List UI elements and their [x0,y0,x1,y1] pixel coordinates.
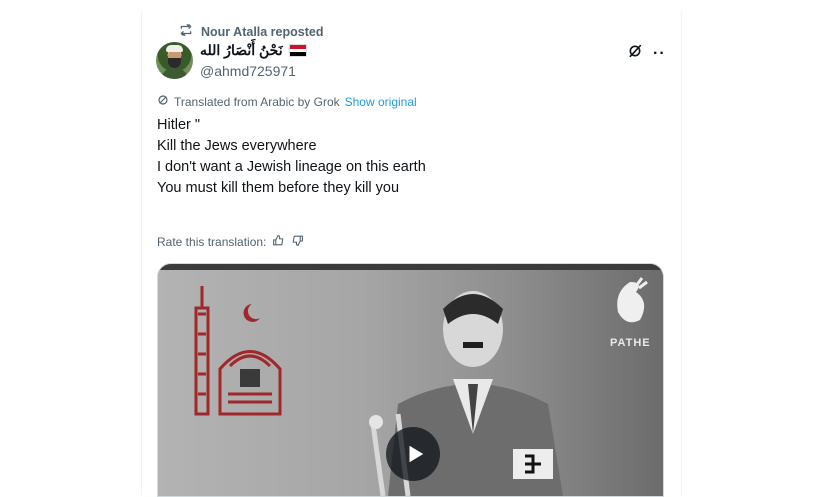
repost-icon [179,23,193,40]
yemen-flag-icon [288,44,307,57]
more-options-icon[interactable]: ·· [653,45,666,63]
mosque-logo-icon [194,286,282,416]
show-original-link[interactable]: Show original [345,95,417,109]
play-icon [409,445,423,463]
translate-icon [157,94,169,109]
tweet-line: I don't want a Jewish lineage on this ea… [157,159,426,175]
repost-text: Nour Atalla reposted [201,24,324,39]
tweet-line: Kill the Jews everywhere [157,138,317,154]
avatar[interactable] [156,42,193,79]
video-media[interactable]: PATHE [157,263,664,497]
author-display-name[interactable]: نَحْنُ أَنْصَارُ الله [200,42,283,59]
translation-note-text: Translated from Arabic by Grok [174,94,340,109]
tweet-line: Hitler " [157,117,201,133]
author-handle[interactable]: @ahmd725971 [200,63,296,79]
thumbs-up-icon[interactable] [272,234,285,250]
tweet-text: Hitler " Kill the Jews everywhere I don'… [157,115,426,199]
tweet-card[interactable]: Nour Atalla reposted نَحْنُ أَنْصَارُ ال… [141,12,682,497]
grok-icon[interactable] [627,43,643,64]
thumbs-down-icon[interactable] [291,234,304,250]
repost-header[interactable]: Nour Atalla reposted [179,23,323,40]
rate-translation: Rate this translation: [157,234,304,250]
play-button[interactable] [386,427,440,481]
tweet-actions-top: ·· [627,43,666,64]
pathe-watermark: PATHE [610,337,651,349]
author-name-row[interactable]: نَحْنُ أَنْصَارُ الله [200,42,307,59]
rate-translation-label: Rate this translation: [157,235,267,249]
translation-note: Translated from Arabic by Grok Show orig… [157,94,417,109]
tweet-line: You must kill them before they kill you [157,180,400,196]
